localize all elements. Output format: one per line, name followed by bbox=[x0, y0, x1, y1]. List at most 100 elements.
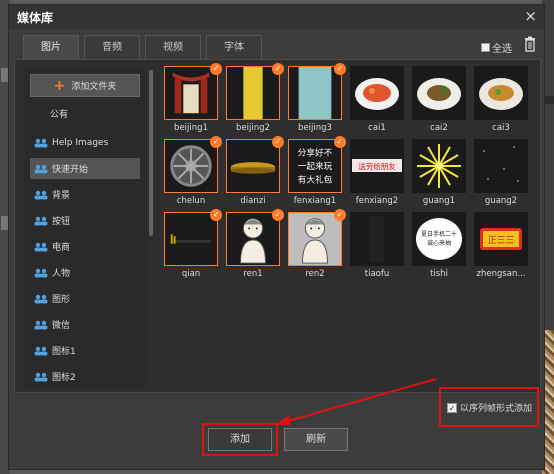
image-tile[interactable]: 正三三 zhengsan... bbox=[474, 212, 532, 285]
checkmark-icon[interactable]: ✓ bbox=[210, 63, 222, 75]
sidebar-folder-item[interactable]: 快速开始 bbox=[30, 158, 140, 179]
svg-text:诚心来抽: 诚心来抽 bbox=[427, 239, 451, 247]
image-name-label: qian bbox=[181, 269, 201, 279]
image-tile[interactable]: guang1 bbox=[412, 139, 470, 212]
refresh-button[interactable]: 刷新 bbox=[284, 428, 348, 451]
image-tile[interactable]: ✓ chelun bbox=[164, 136, 222, 212]
image-tile[interactable]: ✓ beijing1 bbox=[164, 63, 222, 139]
add-folder-button[interactable]: + 添加文件夹 bbox=[30, 74, 140, 97]
media-library-dialog: 媒体库 × 图片 音频 视频 字体 全选 + 添加文件夹 公有 Help Ima… bbox=[8, 4, 545, 470]
svg-text:分享好不: 分享好不 bbox=[298, 146, 333, 158]
trash-icon[interactable] bbox=[524, 36, 536, 52]
sidebar-folder-item[interactable]: 微信 bbox=[30, 314, 140, 335]
image-tile[interactable]: ✓ dianzi bbox=[226, 136, 284, 212]
checkmark-icon[interactable]: ✓ bbox=[334, 63, 346, 75]
sidebar-folder-item[interactable]: 人物 bbox=[30, 262, 140, 283]
checkmark-icon[interactable]: ✓ bbox=[272, 136, 284, 148]
add-button[interactable]: 添加 bbox=[208, 428, 272, 451]
checkmark-icon[interactable]: ✓ bbox=[272, 209, 284, 221]
select-all-toggle[interactable]: 全选 bbox=[481, 40, 512, 55]
checkmark-icon[interactable]: ✓ bbox=[210, 209, 222, 221]
tab-video[interactable]: 视频 bbox=[145, 35, 201, 59]
add-folder-label: 添加文件夹 bbox=[71, 82, 117, 92]
plus-icon: + bbox=[53, 77, 66, 94]
image-thumbnail[interactable] bbox=[288, 212, 342, 266]
image-tile[interactable]: ✓ ren1 bbox=[226, 209, 284, 285]
image-thumbnail[interactable] bbox=[474, 66, 528, 120]
image-name-label: tiaofu bbox=[364, 269, 390, 279]
image-thumbnail[interactable] bbox=[412, 66, 466, 120]
image-tile[interactable]: cai2 bbox=[412, 66, 470, 139]
image-thumbnail[interactable]: 夏日手机二十 诚心来抽 bbox=[412, 212, 466, 266]
users-icon bbox=[34, 320, 48, 329]
content-panel: + 添加文件夹 公有 Help Images 快速开始背景按钮电商人物图形微信图标… bbox=[14, 59, 541, 393]
users-icon bbox=[34, 164, 48, 173]
sidebar-folder-label: Help Images bbox=[52, 137, 109, 148]
checkmark-icon[interactable]: ✓ bbox=[210, 136, 222, 148]
image-tile[interactable]: tiaofu bbox=[350, 212, 408, 285]
sidebar-folder-item[interactable]: 图标2 bbox=[30, 366, 140, 387]
sidebar-folder-item[interactable]: 按钮 bbox=[30, 210, 140, 231]
image-tile[interactable]: ✓ ren2 bbox=[288, 209, 346, 285]
users-icon bbox=[34, 268, 48, 277]
image-thumbnail[interactable] bbox=[164, 66, 218, 120]
image-tile[interactable]: ✓ beijing3 bbox=[288, 63, 346, 139]
image-thumbnail[interactable] bbox=[350, 66, 404, 120]
users-icon bbox=[34, 346, 48, 355]
tab-images[interactable]: 图片 bbox=[23, 35, 79, 60]
sidebar-folder-item[interactable]: Help Images bbox=[30, 132, 140, 153]
checkmark-icon[interactable]: ✓ bbox=[334, 136, 346, 148]
image-name-label: ren2 bbox=[305, 269, 325, 279]
users-icon bbox=[34, 242, 48, 251]
tab-fonts[interactable]: 字体 bbox=[206, 35, 262, 59]
sidebar-folder-label: 背景 bbox=[52, 191, 71, 201]
image-name-label: zhengsan... bbox=[476, 269, 526, 279]
image-thumbnail[interactable]: 分享好不 一起来玩 有大礼包 bbox=[288, 139, 342, 193]
select-all-checkbox[interactable] bbox=[481, 43, 490, 52]
sidebar-folder-label: 图形 bbox=[52, 295, 71, 305]
image-name-label: guang2 bbox=[484, 196, 518, 206]
image-tile[interactable]: guang2 bbox=[474, 139, 532, 212]
tab-audio[interactable]: 音频 bbox=[84, 35, 140, 59]
image-thumbnail[interactable]: 正三三 bbox=[474, 212, 528, 266]
image-name-label: chelun bbox=[176, 196, 206, 206]
title-bar: 媒体库 × bbox=[9, 5, 544, 29]
svg-text:一起来玩: 一起来玩 bbox=[298, 161, 333, 172]
image-thumbnail[interactable] bbox=[226, 66, 280, 120]
image-thumbnail[interactable] bbox=[164, 139, 218, 193]
sidebar-folder-item[interactable]: 背景 bbox=[30, 184, 140, 205]
image-tile[interactable]: ✓ beijing2 bbox=[226, 63, 284, 139]
sidebar-scrollbar[interactable] bbox=[149, 70, 153, 236]
sequence-frame-option[interactable]: ✓ 以序列帧形式添加 bbox=[447, 401, 532, 414]
sidebar-folder-item[interactable]: 图标1 bbox=[30, 340, 140, 361]
image-tile[interactable]: 分享好不 一起来玩 有大礼包 ✓ fenxiang1 bbox=[288, 136, 346, 212]
sidebar-folder-label: 快速开始 bbox=[52, 165, 89, 175]
checkmark-icon[interactable]: ✓ bbox=[334, 209, 346, 221]
checkmark-icon[interactable]: ✓ bbox=[272, 63, 284, 75]
close-icon[interactable]: × bbox=[524, 7, 537, 25]
sidebar-folder-label: 微信 bbox=[52, 321, 71, 331]
image-thumbnail[interactable] bbox=[412, 139, 466, 193]
image-name-label: tishi bbox=[430, 269, 448, 279]
image-thumbnail[interactable] bbox=[164, 212, 218, 266]
image-tile[interactable]: ✓ qian bbox=[164, 209, 222, 285]
sidebar-folder-item[interactable]: 图形 bbox=[30, 288, 140, 309]
sequence-checkbox[interactable]: ✓ bbox=[447, 402, 457, 413]
sidebar-folder-item[interactable]: 电商 bbox=[30, 236, 140, 257]
image-tile[interactable]: cai3 bbox=[474, 66, 532, 139]
svg-text:正三三: 正三三 bbox=[487, 236, 514, 246]
select-all-label: 全选 bbox=[492, 44, 512, 55]
image-thumbnail[interactable] bbox=[288, 66, 342, 120]
image-thumbnail[interactable]: 送劳给朋友 bbox=[350, 139, 404, 193]
section-public-label: 公有 bbox=[50, 110, 69, 120]
image-thumbnail[interactable] bbox=[350, 212, 404, 266]
image-thumbnail[interactable] bbox=[226, 212, 280, 266]
image-tile[interactable]: cai1 bbox=[350, 66, 408, 139]
image-tile[interactable]: 夏日手机二十 诚心来抽 tishi bbox=[412, 212, 470, 285]
image-name-label: ren1 bbox=[243, 269, 263, 279]
image-name-label: guang1 bbox=[422, 196, 456, 206]
image-thumbnail[interactable] bbox=[226, 139, 280, 193]
image-tile[interactable]: 送劳给朋友 fenxiang2 bbox=[350, 139, 408, 212]
image-thumbnail[interactable] bbox=[474, 139, 528, 193]
users-icon bbox=[34, 216, 48, 225]
